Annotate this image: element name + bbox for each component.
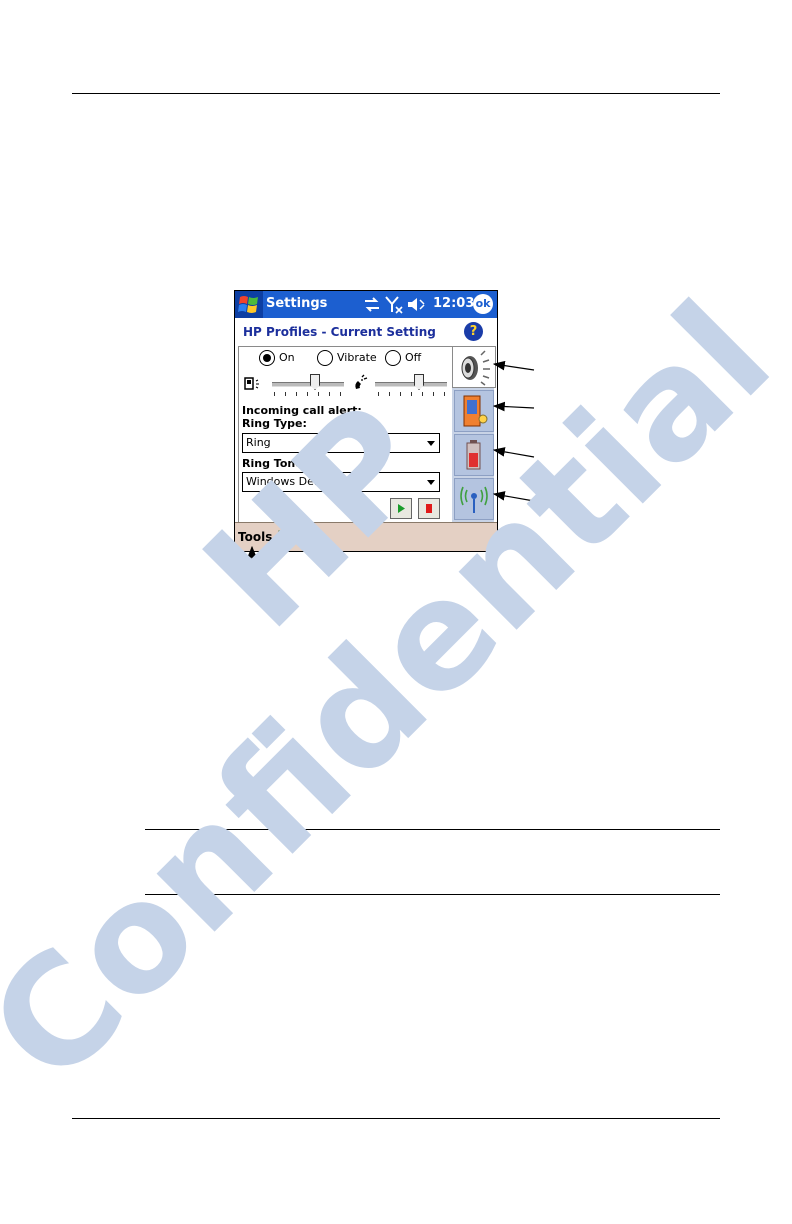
- callout-arrow-wireless: [492, 491, 535, 502]
- callout-arrow-battery: [492, 447, 535, 458]
- callout-arrow-phone: [492, 401, 535, 412]
- callout-arrows: [247, 360, 535, 577]
- callout-arrow-sound: [492, 360, 535, 371]
